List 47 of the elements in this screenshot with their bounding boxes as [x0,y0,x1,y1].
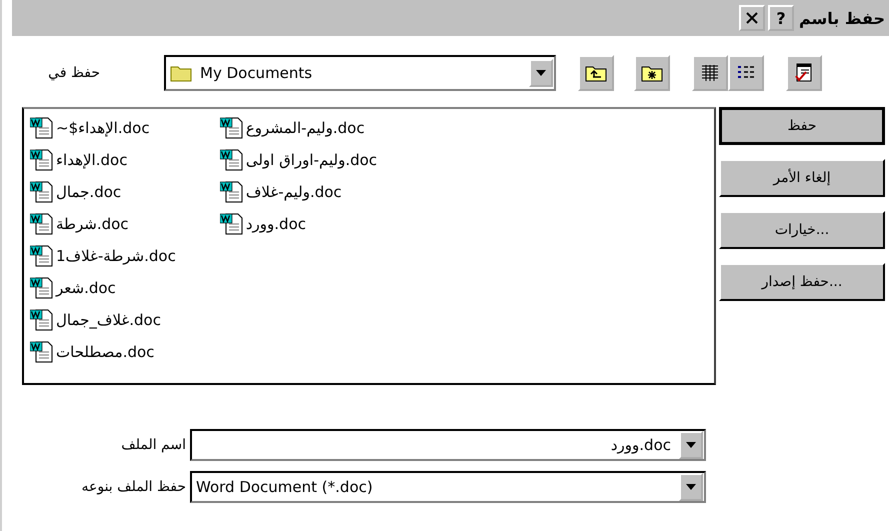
up-folder-icon [585,64,607,82]
folder-icon [170,64,192,82]
word-document-icon [30,181,54,203]
file-item[interactable]: شعر.doc [30,273,176,303]
save-in-dropdown[interactable]: My Documents [164,55,556,91]
word-document-icon [220,117,244,139]
file-item[interactable]: غلاف_جمال.doc [30,305,176,335]
dialog-button[interactable]: حفظ إصدار... [719,263,885,301]
file-type-label: حفظ الملف بنوعه [80,479,187,495]
file-type-dropdown[interactable]: Word Document (*.doc) [190,471,706,503]
word-document-icon [30,149,54,171]
word-document-icon [30,309,54,331]
list-view-button[interactable] [692,55,728,91]
list-view-icon [700,64,720,82]
file-item[interactable]: الإهداء.doc [30,145,176,175]
close-icon [744,11,759,25]
window-title: حفظ باسم [798,8,885,28]
dialog-button[interactable]: حفظ [719,107,885,145]
new-folder-button[interactable] [634,55,670,91]
close-button[interactable] [738,5,765,31]
word-document-icon [30,213,54,235]
new-folder-icon [641,64,663,82]
dialog-button[interactable]: إلغاء الأمر [719,159,885,197]
details-view-button[interactable] [728,55,764,91]
file-name-label: اسم الملف [120,437,187,453]
file-item[interactable]: مصطلحات.doc [30,337,176,367]
file-item[interactable]: وليم-غلاف.doc [220,177,378,207]
file-item[interactable]: جمال.doc [30,177,176,207]
file-item[interactable]: وليم-المشروع.doc [220,113,378,143]
word-document-icon [30,117,54,139]
save-in-label: حفظ في [47,65,101,81]
word-document-icon [30,245,54,267]
file-item[interactable]: ~$الإهداء.doc [30,113,176,143]
commands-button[interactable] [786,55,822,91]
word-document-icon [220,213,244,235]
help-button[interactable]: ? [768,5,794,31]
word-document-icon [220,149,244,171]
word-document-icon [30,341,54,363]
file-name-field[interactable]: وورد.doc [190,429,706,461]
file-item[interactable]: وورد.doc [220,209,378,239]
up-folder-button[interactable] [578,55,614,91]
file-item[interactable]: شرطة.doc [30,209,176,239]
dialog-button[interactable]: خيارات... [719,211,885,249]
file-item[interactable]: وليم-اوراق اولى.doc [220,145,378,175]
file-item[interactable]: شرطة-غلاف1.doc [30,241,176,271]
word-document-icon [30,277,54,299]
word-document-icon [220,181,244,203]
